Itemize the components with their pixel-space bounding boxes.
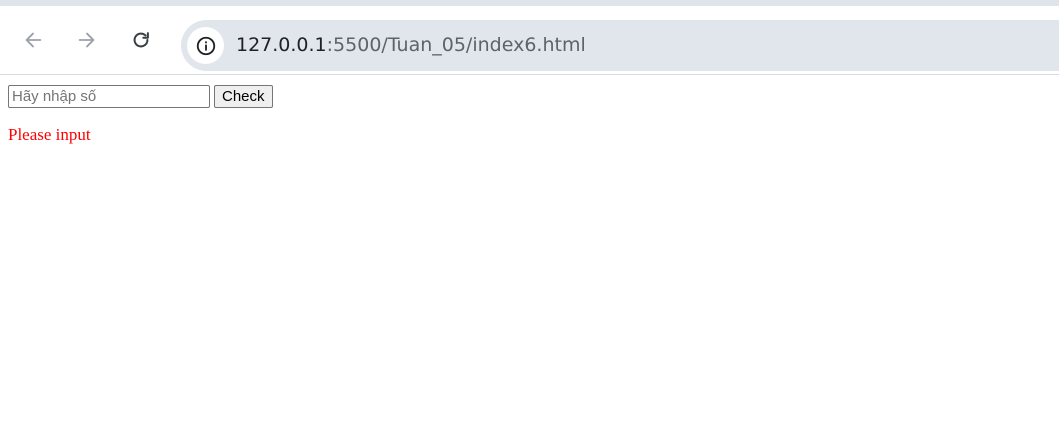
url-host: 127.0.0.1 bbox=[236, 34, 327, 56]
url-path: :5500/Tuan_05/index6.html bbox=[326, 34, 586, 56]
page-content: Check Please input bbox=[8, 85, 1051, 145]
result-message: Please input bbox=[8, 125, 91, 144]
reload-icon bbox=[133, 32, 149, 48]
browser-toolbar: 127.0.0.1:5500/Tuan_05/index6.html bbox=[0, 6, 1059, 74]
reload-button[interactable] bbox=[129, 28, 153, 52]
number-form: Check bbox=[8, 85, 1051, 108]
info-icon bbox=[196, 36, 215, 55]
url-text[interactable]: 127.0.0.1:5500/Tuan_05/index6.html bbox=[236, 33, 586, 57]
arrow-left-icon bbox=[25, 32, 42, 48]
arrow-right-icon bbox=[78, 32, 95, 48]
site-info-button[interactable] bbox=[187, 27, 224, 64]
toolbar-divider bbox=[0, 74, 1059, 75]
address-bar[interactable]: 127.0.0.1:5500/Tuan_05/index6.html bbox=[181, 20, 1059, 71]
forward-button[interactable] bbox=[75, 28, 99, 52]
back-button[interactable] bbox=[21, 28, 45, 52]
check-button[interactable]: Check bbox=[214, 85, 273, 108]
number-input[interactable] bbox=[8, 85, 210, 108]
